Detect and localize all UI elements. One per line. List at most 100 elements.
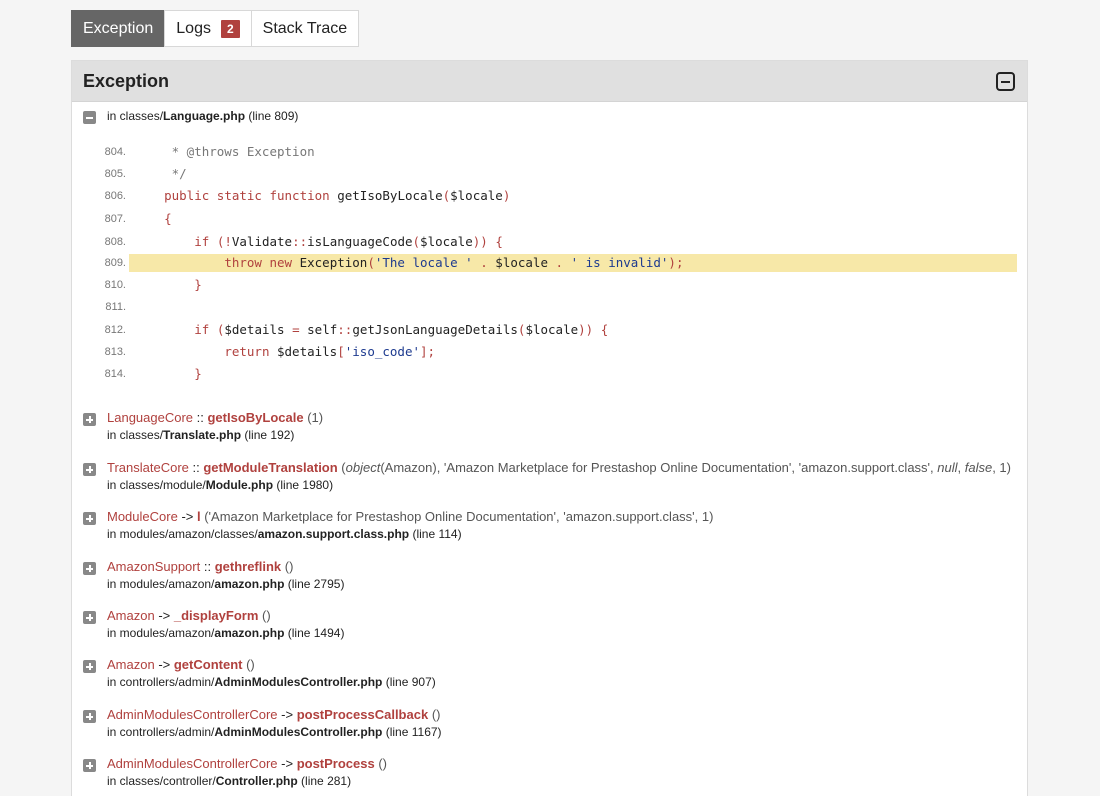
tab-stack-trace-label: Stack Trace (262, 19, 348, 37)
frame-location-suffix: (line 1167) (382, 725, 442, 739)
plus-toggle-icon[interactable] (83, 710, 96, 723)
frame-function: getModuleTranslation (203, 460, 338, 475)
frame-function: _displayForm (173, 608, 259, 623)
frame-args: () (428, 707, 441, 722)
frame-separator: -> (277, 707, 297, 722)
plus-toggle-icon[interactable] (83, 611, 96, 624)
frame-separator: -> (154, 657, 174, 672)
frame-location-file: AdminModulesController.php (214, 675, 383, 689)
code-line: 813. return $details['iso_code']; (105, 343, 1017, 361)
plus-toggle-icon[interactable] (83, 759, 96, 772)
frame-function: gethreflink (214, 559, 282, 574)
frame-call: AmazonSupport :: gethreflink () (107, 559, 293, 574)
code-line: 808. if (!Validate::isLanguageCode($loca… (105, 233, 1017, 251)
highlighted-code-line: 809. throw new Exception('The locale ' .… (105, 254, 1017, 272)
code-text: { (164, 211, 172, 226)
frame-location: in controllers/admin/AdminModulesControl… (107, 675, 436, 689)
code-line: 810. } (105, 276, 1017, 294)
line-number: 812. (104, 324, 126, 336)
frame-location-prefix: in controllers/admin/ (107, 675, 215, 689)
frame-location-suffix: (line 907) (382, 675, 436, 689)
collapse-minus-icon[interactable] (996, 72, 1015, 91)
frame-args: () (258, 608, 271, 623)
frame-args: object (345, 460, 381, 475)
tab-exception-label: Exception (83, 19, 154, 37)
frame-location-file: Module.php (205, 478, 274, 492)
code-text: if (!Validate::isLanguageCode($locale)) … (194, 234, 503, 249)
frame-function: getContent (173, 657, 243, 672)
line-number: 807. (104, 213, 126, 225)
plus-toggle-icon[interactable] (83, 413, 96, 426)
frame-location-prefix: in classes/ (107, 428, 164, 442)
frame-separator: :: (200, 559, 215, 574)
plus-toggle-icon[interactable] (83, 512, 96, 525)
line-number: 806. (104, 190, 126, 202)
line-number: 814. (104, 368, 126, 380)
frame-separator: -> (154, 608, 174, 623)
frame-args: () (242, 657, 255, 672)
plus-toggle-icon[interactable] (83, 562, 96, 575)
exception-panel: Exception in classes/Language.php (line … (71, 60, 1028, 796)
code-text: * @throws Exception (134, 144, 315, 159)
frame-class: TranslateCore (107, 460, 189, 475)
frame-class: Amazon (107, 657, 155, 672)
frame-location: in controllers/admin/AdminModulesControl… (107, 725, 442, 739)
frame-location-file: amazon.php (214, 577, 285, 591)
plus-toggle-icon[interactable] (83, 660, 96, 673)
frame-separator: :: (188, 460, 204, 475)
code-line: 805. */ (105, 165, 1017, 183)
code-text: throw new Exception('The locale ' . $loc… (224, 255, 684, 270)
frame-location-suffix: (line 1980) (273, 478, 334, 492)
line-number: 810. (104, 279, 126, 291)
frame-location: in modules/amazon/amazon.php (line 2795) (107, 577, 344, 591)
frame-args: , (957, 460, 965, 475)
location-file: Language.php (163, 109, 246, 123)
frame-call: AdminModulesControllerCore -> postProces… (107, 756, 387, 771)
frame-location-file: amazon.support.class.php (257, 527, 410, 541)
frame-location-suffix: (line 281) (297, 774, 352, 788)
line-number: 809. (104, 257, 126, 269)
frame-call: Amazon -> _displayForm () (107, 608, 271, 623)
plus-toggle-icon[interactable] (83, 463, 96, 476)
frame-location: in modules/amazon/classes/amazon.support… (107, 527, 462, 541)
code-line: 804. * @throws Exception (105, 143, 1017, 161)
code-line: 814. } (105, 365, 1017, 383)
frame-location-prefix: in modules/amazon/ (107, 577, 215, 591)
frame-class: AdminModulesControllerCore (107, 707, 278, 722)
location-prefix: in classes/ (107, 109, 164, 123)
frame-call: Amazon -> getContent () (107, 657, 255, 672)
minus-toggle-icon[interactable] (83, 111, 96, 124)
frame-location-suffix: (line 2795) (284, 577, 345, 591)
panel-header: Exception (72, 61, 1027, 102)
frame-location-prefix: in modules/amazon/ (107, 626, 215, 640)
tab-logs[interactable]: Logs 2 (164, 10, 252, 47)
frame-args: () (374, 756, 388, 771)
frame-separator: -> (177, 509, 197, 524)
code-text: } (194, 366, 202, 381)
frame-class: Amazon (107, 608, 155, 623)
line-number: 805. (104, 168, 126, 180)
line-number: 813. (104, 346, 126, 358)
frame-location-prefix: in controllers/admin/ (107, 725, 215, 739)
frame-location: in classes/Translate.php (line 192) (107, 428, 294, 442)
frame-location-prefix: in classes/module/ (107, 478, 206, 492)
code-line: 812. if ($details = self::getJsonLanguag… (105, 321, 1017, 339)
tab-exception[interactable]: Exception (71, 10, 166, 47)
code-text: public static function getIsoByLocale($l… (164, 188, 511, 203)
tab-stack-trace[interactable]: Stack Trace (250, 10, 360, 47)
frame-separator: :: (193, 410, 208, 425)
frame-call: AdminModulesControllerCore -> postProces… (107, 707, 440, 722)
line-number: 811. (105, 301, 126, 313)
frame-location-suffix: (line 1494) (284, 626, 345, 640)
frame-location: in classes/controller/Controller.php (li… (107, 774, 351, 788)
frame-args: (1) (303, 410, 324, 425)
frame-location: in modules/amazon/amazon.php (line 1494) (107, 626, 344, 640)
code-text: return $details['iso_code']; (224, 344, 436, 359)
frame-location-file: Translate.php (163, 428, 242, 442)
frame-function: postProcess (296, 756, 375, 771)
frame-location: in classes/module/Module.php (line 1980) (107, 478, 333, 492)
frame-call: LanguageCore :: getIsoByLocale (1) (107, 410, 323, 425)
code-line: 807. { (105, 210, 1017, 228)
frame-location-file: amazon.php (214, 626, 285, 640)
code-text: } (194, 277, 202, 292)
